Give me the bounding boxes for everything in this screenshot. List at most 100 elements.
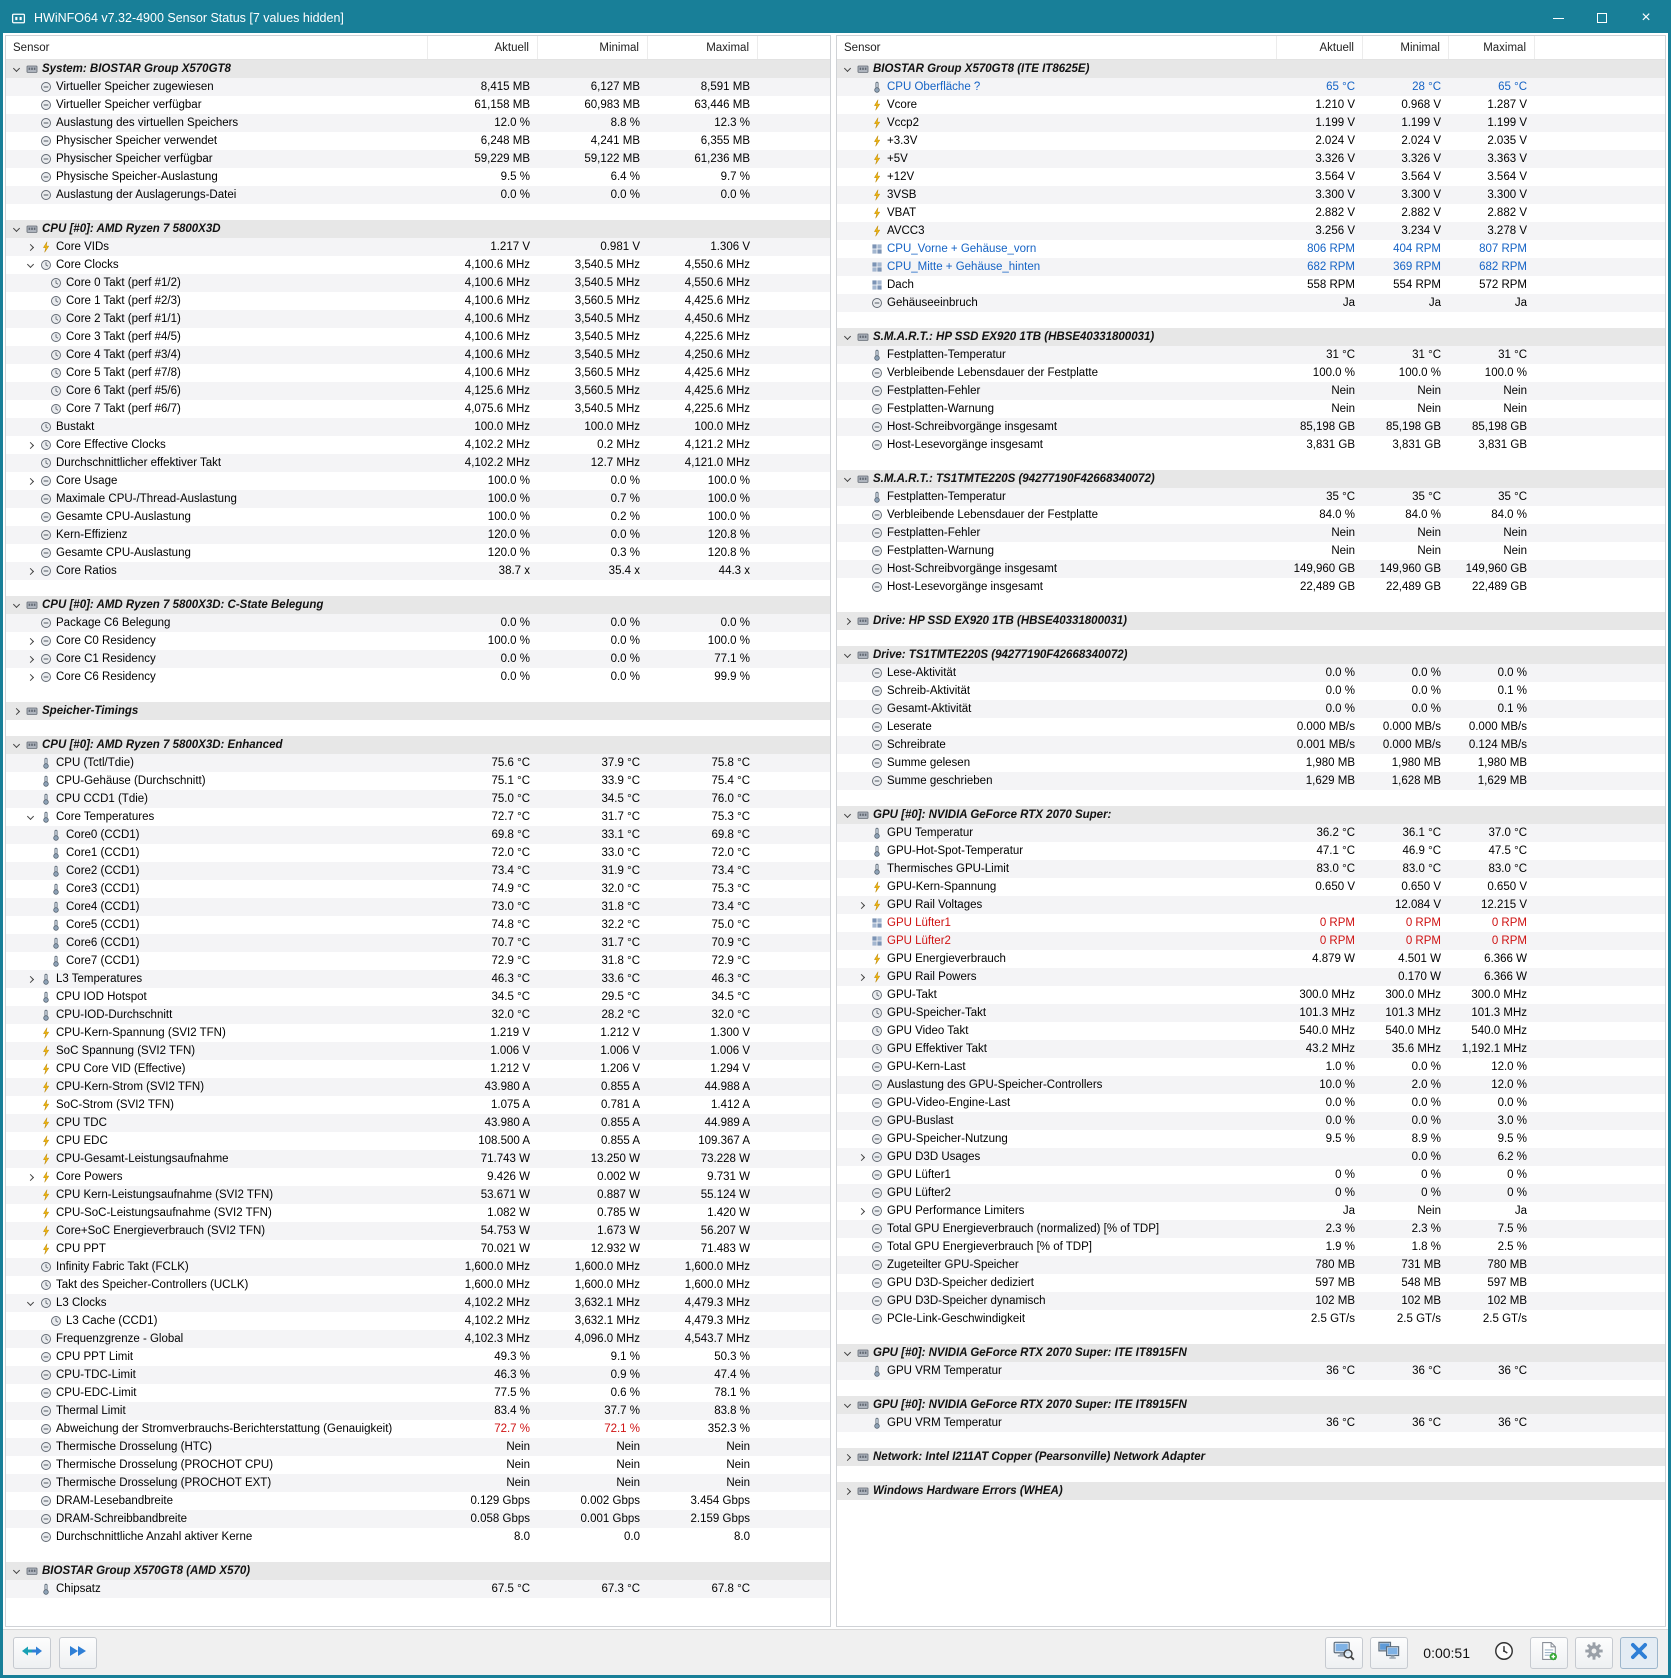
close-button[interactable]: × [1624,3,1668,33]
chevron-right-icon[interactable] [24,238,38,256]
sensor-row[interactable]: PCIe-Link-Geschwindigkeit 2.5 GT/s 2.5 GT/… [837,1310,1665,1328]
sensor-row[interactable]: Festplatten-Temperatur 35 °C 35 °C 35 °C [837,488,1665,506]
sensor-group-header[interactable]: BIOSTAR Group X570GT8 (ITE IT8625E) [837,60,1665,78]
sensor-row[interactable]: Core Effective Clocks 4,102.2 MHz 0.2 MHz 4… [6,436,830,454]
sensor-row[interactable]: CPU Oberfläche ? 65 °C 28 °C 65 °C [837,78,1665,96]
chevron-right-icon[interactable] [10,702,24,720]
sensor-row[interactable]: GPU Lüfter1 0 RPM 0 RPM 0 RPM [837,914,1665,932]
sensor-row[interactable]: Vccp2 1.199 V 1.199 V 1.199 V [837,114,1665,132]
sensor-row[interactable]: Core 3 Takt (perf #4/5) 4,100.6 MHz 3,540.… [6,328,830,346]
sensor-group-header[interactable]: GPU [#0]: NVIDIA GeForce RTX 2070 Super: [837,806,1665,824]
sensor-row[interactable]: Auslastung der Auslagerungs-Datei 0.0 % 0.… [6,186,830,204]
sensor-row[interactable]: Core Powers 9.426 W 0.002 W 9.731 W [6,1168,830,1186]
chevron-right-icon[interactable] [24,472,38,490]
chevron-down-icon[interactable] [841,806,855,824]
sensor-row[interactable]: Core6 (CCD1) 70.7 °C 31.7 °C 70.9 °C [6,934,830,952]
sensor-row[interactable]: CPU-Gehäuse (Durchschnitt) 75.1 °C 33.9 °C… [6,772,830,790]
sensor-row[interactable]: L3 Cache (CCD1) 4,102.2 MHz 3,632.1 MHz 4,4… [6,1312,830,1330]
sensor-row[interactable]: GPU Rail Powers 0.170 W 6.366 W [837,968,1665,986]
sensor-row[interactable]: Core0 (CCD1) 69.8 °C 33.1 °C 69.8 °C [6,826,830,844]
sensor-group-header[interactable]: Windows Hardware Errors (WHEA) [837,1482,1665,1500]
column-header-sensor[interactable]: Sensor [6,36,428,59]
sensor-row[interactable]: Core C1 Residency 0.0 % 0.0 % 77.1 % [6,650,830,668]
sensor-row[interactable]: Core3 (CCD1) 74.9 °C 32.0 °C 75.3 °C [6,880,830,898]
sensor-row[interactable]: CPU EDC 108.500 A 0.855 A 109.367 A [6,1132,830,1150]
sensor-row[interactable]: Core 4 Takt (perf #3/4) 4,100.6 MHz 3,540.… [6,346,830,364]
chevron-down-icon[interactable] [841,1344,855,1362]
chevron-right-icon[interactable] [855,896,869,914]
sensor-row[interactable]: CPU IOD Hotspot 34.5 °C 29.5 °C 34.5 °C [6,988,830,1006]
sensor-row[interactable]: Core 7 Takt (perf #6/7) 4,075.6 MHz 3,540.… [6,400,830,418]
sensor-group-header[interactable]: S.M.A.R.T.: HP SSD EX920 1TB (HBSE403318… [837,328,1665,346]
titlebar[interactable]: HWiNFO64 v7.32-4900 Sensor Status [7 val… [3,3,1668,33]
chevron-down-icon[interactable] [841,60,855,78]
chevron-right-icon[interactable] [24,436,38,454]
sensor-row[interactable]: Summe geschrieben 1,629 MB 1,628 MB 1,629 M… [837,772,1665,790]
sensor-row[interactable]: DRAM-Schreibbandbreite 0.058 Gbps 0.001 Gb… [6,1510,830,1528]
sensor-row[interactable]: CPU-IOD-Durchschnitt 32.0 °C 28.2 °C 32.0 °… [6,1006,830,1024]
sensor-row[interactable]: GPU Video Takt 540.0 MHz 540.0 MHz 540.0 MH… [837,1022,1665,1040]
sensor-row[interactable]: Host-Lesevorgänge insgesamt 22,489 GB 22,4… [837,578,1665,596]
sensor-row[interactable]: Core 1 Takt (perf #2/3) 4,100.6 MHz 3,560.… [6,292,830,310]
chevron-right-icon[interactable] [841,1482,855,1500]
sensor-row[interactable]: Total GPU Energieverbrauch (normalized) … [837,1220,1665,1238]
sensor-row[interactable]: Festplatten-Fehler Nein Nein Nein [837,524,1665,542]
sensor-row[interactable]: Physischer Speicher verfügbar 59,229 MB 59… [6,150,830,168]
sensor-row[interactable]: Gesamt-Aktivität 0.0 % 0.0 % 0.1 % [837,700,1665,718]
sensor-row[interactable]: GPU-Speicher-Takt 101.3 MHz 101.3 MHz 101.3… [837,1004,1665,1022]
sensor-row[interactable]: Core+SoC Energieverbrauch (SVI2 TFN) 54.7… [6,1222,830,1240]
chevron-right-icon[interactable] [841,612,855,630]
sensor-row[interactable]: GPU D3D-Speicher dediziert 597 MB 548 MB 59… [837,1274,1665,1292]
sensor-row[interactable]: Verbleibende Lebensdauer der Festplatte 1… [837,364,1665,382]
sensor-row[interactable]: Virtueller Speicher zugewiesen 8,415 MB 6,… [6,78,830,96]
sensor-row[interactable]: DRAM-Lesebandbreite 0.129 Gbps 0.002 Gbps 3… [6,1492,830,1510]
chevron-right-icon[interactable] [841,1448,855,1466]
chevron-right-icon[interactable] [24,562,38,580]
sensor-row[interactable]: Thermische Drosselung (PROCHOT CPU) Nein N… [6,1456,830,1474]
sensor-row[interactable]: Gehäuseeinbruch Ja Ja Ja [837,294,1665,312]
column-header-minimal[interactable]: Minimal [538,36,648,59]
chevron-right-icon[interactable] [855,1148,869,1166]
column-header-aktuell[interactable]: Aktuell [428,36,538,59]
sensor-group-header[interactable]: S.M.A.R.T.: TS1TMTE220S (94277190F426683… [837,470,1665,488]
sensor-group-header[interactable]: Speicher-Timings [6,702,830,720]
sensor-row[interactable]: SoC-Strom (SVI2 TFN) 1.075 A 0.781 A 1.412 … [6,1096,830,1114]
sensor-row[interactable]: Core5 (CCD1) 74.8 °C 32.2 °C 75.0 °C [6,916,830,934]
sensor-row[interactable]: Core 0 Takt (perf #1/2) 4,100.6 MHz 3,540.… [6,274,830,292]
sensor-row[interactable]: CPU (Tctl/Tdie) 75.6 °C 37.9 °C 75.8 °C [6,754,830,772]
sensor-row[interactable]: GPU-Takt 300.0 MHz 300.0 MHz 300.0 MHz [837,986,1665,1004]
sensor-row[interactable]: Core1 (CCD1) 72.0 °C 33.0 °C 72.0 °C [6,844,830,862]
sensor-row[interactable]: GPU-Hot-Spot-Temperatur 47.1 °C 46.9 °C 47.… [837,842,1665,860]
remote-monitoring-button[interactable] [1370,1636,1409,1669]
sensor-row[interactable]: Chipsatz 67.5 °C 67.3 °C 67.8 °C [6,1580,830,1598]
sensor-row[interactable]: Takt des Speicher-Controllers (UCLK) 1,60… [6,1276,830,1294]
close-sensors-button[interactable] [1620,1636,1658,1669]
sensor-row[interactable]: Auslastung des GPU-Speicher-Controllers 1… [837,1076,1665,1094]
sensor-row[interactable]: GPU-Kern-Last 1.0 % 0.0 % 12.0 % [837,1058,1665,1076]
sensor-row[interactable]: Lese-Aktivität 0.0 % 0.0 % 0.0 % [837,664,1665,682]
sensor-row[interactable]: GPU-Buslast 0.0 % 0.0 % 3.0 % [837,1112,1665,1130]
sensor-row[interactable]: Gesamte CPU-Auslastung 120.0 % 0.3 % 120.8 … [6,544,830,562]
sensor-row[interactable]: GPU Effektiver Takt 43.2 MHz 35.6 MHz 1,192… [837,1040,1665,1058]
sensor-group-header[interactable]: Network: Intel I211AT Copper (Pearsonvil… [837,1448,1665,1466]
chevron-right-icon[interactable] [855,968,869,986]
sensor-row[interactable]: Bustakt 100.0 MHz 100.0 MHz 100.0 MHz [6,418,830,436]
chevron-down-icon[interactable] [24,256,38,274]
sensor-row[interactable]: GPU D3D-Speicher dynamisch 102 MB 102 MB 10… [837,1292,1665,1310]
sensor-row[interactable]: GPU Energieverbrauch 4.879 W 4.501 W 6.366 … [837,950,1665,968]
sensor-row[interactable]: GPU VRM Temperatur 36 °C 36 °C 36 °C [837,1414,1665,1432]
sensor-row[interactable]: CPU-EDC-Limit 77.5 % 0.6 % 78.1 % [6,1384,830,1402]
clock-button[interactable] [1485,1637,1523,1669]
chevron-down-icon[interactable] [24,808,38,826]
sensor-row[interactable]: Host-Schreibvorgänge insgesamt 85,198 GB 8… [837,418,1665,436]
sensor-row[interactable]: Physischer Speicher verwendet 6,248 MB 4,2… [6,132,830,150]
sensor-group-header[interactable]: GPU [#0]: NVIDIA GeForce RTX 2070 Super:… [837,1396,1665,1414]
sensor-row[interactable]: Dach 558 RPM 554 RPM 572 RPM [837,276,1665,294]
fast-forward-button[interactable] [59,1636,97,1669]
sensor-row[interactable]: L3 Temperatures 46.3 °C 33.6 °C 46.3 °C [6,970,830,988]
sensor-row[interactable]: Festplatten-Fehler Nein Nein Nein [837,382,1665,400]
column-header-aktuell[interactable]: Aktuell [1277,36,1363,59]
sensor-row[interactable]: Infinity Fabric Takt (FCLK) 1,600.0 MHz 1,… [6,1258,830,1276]
chevron-down-icon[interactable] [10,60,24,78]
chevron-right-icon[interactable] [24,1168,38,1186]
